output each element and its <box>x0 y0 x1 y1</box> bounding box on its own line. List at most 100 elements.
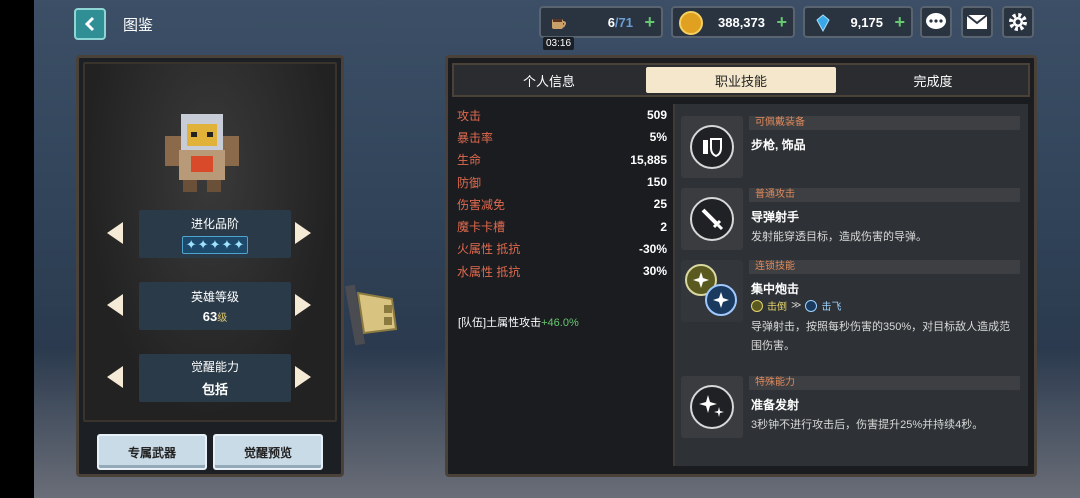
stat-row: 生命 15,885 <box>457 149 667 171</box>
chat-bubble-icon <box>926 13 946 29</box>
stat-key: 生命 <box>457 153 482 168</box>
settings-button[interactable] <box>1002 6 1034 38</box>
stamina-value: 6/71 <box>608 15 633 30</box>
arrow-right-icon[interactable] <box>293 364 313 390</box>
star-icon: ✦ <box>221 236 233 252</box>
skill-name: 集中炮击 <box>751 282 800 296</box>
left-black-bar <box>0 0 34 498</box>
sword-icon <box>690 197 734 241</box>
shield-icon <box>690 125 734 169</box>
knockdown-tag-icon <box>751 299 763 312</box>
gem-counter[interactable]: 9,175 + <box>803 6 913 38</box>
tab-class-skills[interactable]: 职业技能 <box>646 67 836 93</box>
stat-key: 魔卡卡槽 <box>457 220 506 235</box>
arrow-left-icon[interactable] <box>105 292 125 318</box>
stat-value: 2 <box>660 219 667 234</box>
hammer-decoration <box>344 284 398 346</box>
skill-special[interactable]: 特殊能力 准备发射 3秒钟不进行攻击后，伤害提升25%并持续4秒。 <box>681 376 1020 438</box>
skill-name: 步枪, 饰品 <box>751 138 806 152</box>
sparkle-icon <box>690 385 734 429</box>
stamina-timer: 03:16 <box>543 37 575 50</box>
skill-name: 准备发射 <box>751 398 800 412</box>
stamina-plus-icon[interactable]: + <box>644 12 655 33</box>
arrow-left-icon[interactable] <box>105 220 125 246</box>
stat-key: 伤害减免 <box>457 197 506 212</box>
stat-value: 150 <box>646 175 667 190</box>
stat-key: 火属性 抵抗 <box>457 242 521 257</box>
star-icon: ✦ <box>185 236 197 252</box>
back-button[interactable] <box>74 8 106 40</box>
stat-value: 15,885 <box>630 152 667 167</box>
skill-icon-box <box>681 376 743 438</box>
exclusive-weapon-button[interactable]: 专属武器 <box>97 434 207 470</box>
skill-equipment[interactable]: 可佩戴装备 步枪, 饰品 <box>681 116 1020 178</box>
skill-category: 特殊能力 <box>749 376 1020 390</box>
stamina-counter[interactable]: 6/71 + 03:16 <box>539 6 663 50</box>
level-value: 63级 <box>203 309 227 324</box>
level-unit: 级 <box>217 313 228 324</box>
star-icon: ✦ <box>197 236 209 252</box>
level-number: 63 <box>202 309 218 324</box>
skill-category: 连锁技能 <box>749 260 1020 274</box>
chevron-left-icon <box>84 16 95 32</box>
stat-row: 火属性 抵抗 -30% <box>457 238 667 260</box>
airborne-tag-icon <box>805 299 818 312</box>
tab-personal-info[interactable]: 个人信息 <box>454 65 644 95</box>
stats-list: 攻击 509 暴击率 5% 生命 15,885 防御 150 伤害减免 25 魔卡卡槽 2 … <box>457 104 667 282</box>
level-row: 英雄等级 63级 <box>85 282 335 330</box>
tab-completion[interactable]: 完成度 <box>838 65 1028 95</box>
tab-bar: 个人信息 职业技能 完成度 <box>452 63 1030 97</box>
evolution-label: 进化品阶 <box>190 216 239 231</box>
skill-desc: 导弹射击，按照每秒伤害的350%，对目标敌人造成范围伤害。 <box>751 321 1011 352</box>
chain-separator: ≫ <box>791 300 802 311</box>
gold-value: 388,373 <box>718 15 765 30</box>
chain-tags: 击倒 ≫ 击飞 <box>751 298 841 313</box>
gem-plus-icon[interactable]: + <box>894 12 905 33</box>
awakening-value: 包括 <box>201 382 228 397</box>
stat-key: 水属性 抵抗 <box>457 264 521 279</box>
airborne-icon <box>705 284 737 316</box>
stat-row: 魔卡卡槽 2 <box>457 215 667 237</box>
hero-sprite <box>165 114 239 192</box>
arrow-right-icon[interactable] <box>293 220 313 246</box>
skill-chain[interactable]: 连锁技能 集中炮击 击倒 ≫ 击飞 导弹射击，按照每秒伤害的350%，对目标敌人… <box>681 260 1020 368</box>
skill-desc: 3秒钟不进行攻击后，伤害提升25%并持续4秒。 <box>751 419 984 431</box>
game-screen: 图鉴 6/71 + 03:16 388,373 + 9,175 + 进化品阶 ✦… <box>34 0 1080 498</box>
evolution-row: 进化品阶 ✦ ✦ ✦ ✦ ✦ <box>85 210 335 258</box>
star-rating: ✦ ✦ ✦ ✦ ✦ <box>181 235 249 254</box>
stat-key: 暴击率 <box>457 130 494 145</box>
awakening-box: 觉醒能力 包括 <box>139 354 291 402</box>
chain-tag-airborne: 击飞 <box>821 302 842 313</box>
stat-row: 暴击率 5% <box>457 126 667 148</box>
skills-list: 可佩戴装备 步枪, 饰品 普通攻击 导弹射手 发射能穿透目标，造成伤害的导弹。 <box>673 104 1028 466</box>
level-box: 英雄等级 63级 <box>139 282 291 330</box>
skill-normal-attack[interactable]: 普通攻击 导弹射手 发射能穿透目标，造成伤害的导弹。 <box>681 188 1020 250</box>
team-bonus-text: [队伍]土属性攻击 <box>458 317 542 329</box>
evolution-box: 进化品阶 ✦ ✦ ✦ ✦ ✦ <box>139 210 291 258</box>
arrow-left-icon[interactable] <box>105 364 125 390</box>
gold-plus-icon[interactable]: + <box>776 12 787 33</box>
stamina-current: 6 <box>607 15 615 30</box>
skill-icon-box <box>681 116 743 178</box>
gem-value: 9,175 <box>850 15 883 30</box>
awakening-label: 觉醒能力 <box>190 360 239 374</box>
mail-button[interactable] <box>961 6 993 38</box>
coffee-cup-icon <box>547 11 571 35</box>
gear-icon <box>1009 13 1027 31</box>
skill-category: 可佩戴装备 <box>749 116 1020 130</box>
hero-panel: 进化品阶 ✦ ✦ ✦ ✦ ✦ 英雄等级 63级 觉醒能力 包括 专属武器 觉醒预… <box>76 55 344 477</box>
skill-name: 导弹射手 <box>751 210 800 224</box>
info-panel: 个人信息 职业技能 完成度 攻击 509 暴击率 5% 生命 15,885 防御 150… <box>445 55 1037 477</box>
gold-counter[interactable]: 388,373 + <box>671 6 795 38</box>
awaken-preview-button[interactable]: 觉醒预览 <box>213 434 323 470</box>
stat-value: 5% <box>649 130 667 145</box>
stat-value: 509 <box>646 108 667 123</box>
chat-button[interactable] <box>920 6 952 38</box>
skill-desc: 发射能穿透目标，造成伤害的导弹。 <box>751 231 927 243</box>
skill-category: 普通攻击 <box>749 188 1020 202</box>
page-title: 图鉴 <box>123 17 154 34</box>
arrow-right-icon[interactable] <box>293 292 313 318</box>
stat-value: -30% <box>638 241 667 256</box>
chain-icon-box <box>681 260 743 322</box>
chain-tag-knockdown: 击倒 <box>767 302 787 313</box>
